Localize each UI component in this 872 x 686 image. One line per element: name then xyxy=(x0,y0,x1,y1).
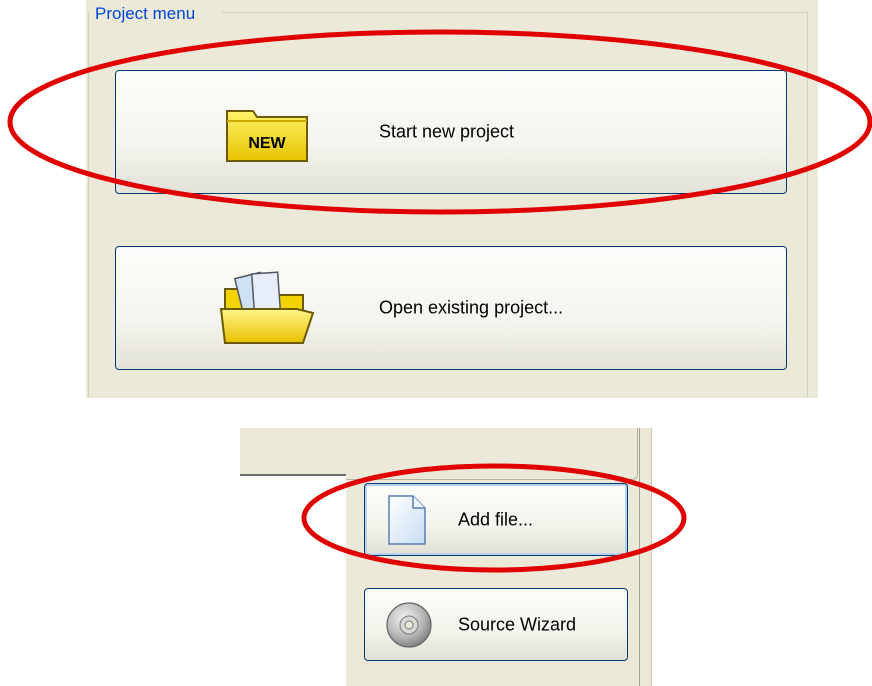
start-new-project-button[interactable]: NEW Start new project xyxy=(115,70,787,194)
new-folder-icon: NEW xyxy=(226,110,308,162)
source-panel-frame xyxy=(240,428,638,480)
group-border-left xyxy=(88,12,89,398)
add-file-label: Add file... xyxy=(458,509,534,529)
cd-icon xyxy=(386,602,432,648)
start-new-project-label: Start new project xyxy=(379,121,515,142)
group-border-top xyxy=(222,12,808,13)
group-border-right xyxy=(807,12,808,398)
source-wizard-button[interactable]: Source Wizard xyxy=(364,588,628,661)
document-icon xyxy=(388,495,426,545)
new-folder-icon-text: NEW xyxy=(248,135,286,152)
open-existing-project-label: Open existing project... xyxy=(379,297,564,318)
open-existing-project-button[interactable]: Open existing project... xyxy=(115,246,787,370)
group-title: Project menu xyxy=(92,4,199,24)
source-wizard-label: Source Wizard xyxy=(458,614,577,634)
source-list-area[interactable] xyxy=(240,474,346,686)
panel-divider xyxy=(639,428,640,686)
add-file-button[interactable]: Add file... xyxy=(364,483,628,556)
panel-divider-outer xyxy=(651,428,652,686)
open-folder-icon xyxy=(219,271,315,344)
